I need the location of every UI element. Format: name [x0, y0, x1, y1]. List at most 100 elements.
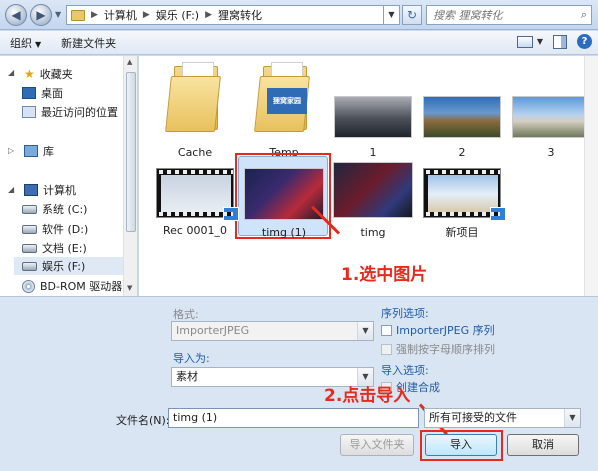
expand-arrow-icon[interactable]: ▷	[8, 146, 14, 155]
drive-icon	[22, 261, 37, 271]
scroll-down-icon[interactable]: ▼	[127, 284, 132, 292]
address-dropdown[interactable]: ▼	[384, 5, 400, 25]
refresh-button[interactable]: ↻	[402, 5, 422, 25]
nav-bd-rom[interactable]: BD-ROM 驱动器	[22, 278, 122, 294]
recent-places-icon	[22, 106, 36, 118]
video-thumbnail	[156, 168, 239, 221]
file-item-timg-1[interactable]: timg (1)	[238, 168, 330, 239]
file-item-timg[interactable]: timg	[327, 162, 419, 239]
file-name: Rec 0001_0	[163, 224, 227, 237]
navigation-pane: ◢ ★ 收藏夹 桌面 最近访问的位置 ▷ 库 ◢ 计算机 系统 (C:) 软件 …	[0, 56, 138, 296]
disc-icon	[22, 279, 35, 293]
nav-favorites[interactable]: ★ 收藏夹	[24, 66, 73, 82]
nav-drive-label: 软件 (D:)	[42, 223, 89, 236]
file-list-scrollbar[interactable]	[584, 56, 598, 296]
change-view-icon[interactable]	[516, 35, 533, 48]
annotation-step-2: 2.点击导入	[324, 386, 411, 406]
image-thumbnail	[244, 168, 324, 220]
file-name: 1	[369, 146, 377, 159]
file-item-new-project[interactable]: 新项目	[416, 168, 508, 240]
image-thumbnail	[334, 96, 412, 138]
file-item-rec[interactable]: Rec 0001_0	[149, 168, 241, 237]
chevron-right-icon: ▶	[205, 10, 213, 20]
import-as-value: 素材	[176, 370, 198, 383]
nav-drive-c[interactable]: 系统 (C:)	[22, 201, 87, 217]
recent-pages-dropdown[interactable]: ▼	[55, 10, 61, 19]
search-icon[interactable]: ⌕	[581, 8, 587, 22]
import-folder-button: 导入文件夹	[340, 434, 414, 456]
chevron-down-icon: ▼	[357, 322, 373, 340]
collapse-arrow-icon[interactable]: ◢	[8, 185, 14, 194]
collapse-arrow-icon[interactable]: ◢	[8, 68, 14, 77]
import-options-panel: 格式: ImporterJPEG ▼ 导入为: 素材 ▼ 序列选项: Impor…	[0, 296, 598, 471]
drive-icon	[22, 224, 37, 234]
command-bar: 组织 ▼ 新建文件夹 ▼ ?	[0, 31, 598, 55]
chevron-right-icon: ▶	[142, 10, 150, 20]
forward-button[interactable]: ▶	[30, 4, 52, 26]
image-thumbnail	[512, 96, 590, 138]
computer-icon	[24, 184, 38, 196]
nav-computer-label: 计算机	[43, 184, 76, 197]
file-item-temp[interactable]: 狸窝家园 Temp	[238, 62, 330, 159]
checkbox[interactable]	[381, 324, 392, 336]
filename-value: timg (1)	[173, 411, 218, 424]
premiere-badge-icon	[490, 207, 506, 221]
folder-icon: 狸窝家园	[254, 62, 311, 132]
filename-input[interactable]: timg (1)	[168, 408, 419, 428]
nav-drive-label: 系统 (C:)	[42, 203, 88, 216]
folder-icon	[165, 62, 222, 132]
nav-libraries[interactable]: 库	[24, 143, 54, 159]
nav-drive-e[interactable]: 文档 (E:)	[22, 240, 87, 256]
library-icon	[24, 145, 38, 157]
nav-computer[interactable]: 计算机	[24, 182, 76, 198]
checkbox	[381, 343, 392, 355]
image-thumbnail	[423, 96, 501, 138]
format-value: ImporterJPEG	[176, 324, 250, 337]
chevron-down-icon[interactable]: ▼	[564, 409, 580, 427]
annotation-highlight-box	[420, 430, 503, 461]
file-item-cache[interactable]: Cache	[149, 62, 241, 159]
nav-scrollbar[interactable]: ▲ ▼	[123, 56, 137, 296]
toolbar-right-group: ▼ ?	[516, 34, 592, 49]
file-name: Cache	[177, 146, 213, 159]
file-item-2[interactable]: 2	[416, 62, 508, 159]
nav-drive-label: 文档 (E:)	[42, 242, 87, 255]
file-item-1[interactable]: 1	[327, 62, 419, 159]
back-button[interactable]: ◀	[5, 4, 27, 26]
annotation-step-1: 1.选中图片	[341, 265, 428, 285]
chevron-down-icon[interactable]: ▼	[537, 37, 543, 46]
force-alphabetical-label: 强制按字母顺序排列	[396, 343, 495, 356]
nav-libraries-label: 库	[43, 145, 54, 158]
preview-pane-icon[interactable]	[553, 34, 567, 49]
new-folder-button[interactable]: 新建文件夹	[51, 35, 126, 51]
file-type-select[interactable]: 所有可接受的文件 ▼	[424, 408, 581, 428]
nav-desktop[interactable]: 桌面	[22, 85, 63, 101]
folder-icon	[71, 9, 85, 21]
scroll-up-icon[interactable]: ▲	[127, 58, 132, 66]
folder-preview-image: 狸窝家园	[267, 88, 307, 114]
organize-button[interactable]: 组织 ▼	[0, 35, 51, 51]
nav-drive-f[interactable]: 娱乐 (F:)	[14, 257, 124, 275]
breadcrumb[interactable]: ▶ 计算机 ▶ 娱乐 (F:) ▶ 狸窝转化	[66, 5, 384, 25]
nav-favorites-label: 收藏夹	[39, 68, 73, 81]
video-thumbnail	[423, 168, 506, 221]
breadcrumb-computer[interactable]: 计算机	[104, 7, 137, 23]
import-as-label: 导入为:	[173, 352, 210, 365]
import-options-label: 导入选项:	[381, 364, 429, 377]
nav-drive-label: BD-ROM 驱动器	[40, 280, 123, 293]
scroll-thumb[interactable]	[126, 72, 136, 232]
search-input[interactable]	[427, 6, 567, 24]
search-box[interactable]: ⌕	[426, 5, 592, 25]
breadcrumb-current-folder[interactable]: 狸窝转化	[218, 7, 262, 23]
importer-sequence-checkbox[interactable]: ImporterJPEG 序列	[381, 322, 495, 338]
nav-recent-label: 最近访问的位置	[41, 106, 118, 119]
nav-recent-places[interactable]: 最近访问的位置	[22, 104, 118, 120]
drive-icon	[22, 243, 37, 253]
image-thumbnail	[333, 162, 413, 218]
nav-drive-d[interactable]: 软件 (D:)	[22, 221, 88, 237]
cancel-button[interactable]: 取消	[507, 434, 579, 456]
format-select: ImporterJPEG ▼	[171, 321, 374, 341]
breadcrumb-drive-f[interactable]: 娱乐 (F:)	[156, 7, 199, 23]
help-icon[interactable]: ?	[577, 34, 592, 49]
nav-drive-label: 娱乐 (F:)	[42, 260, 86, 273]
